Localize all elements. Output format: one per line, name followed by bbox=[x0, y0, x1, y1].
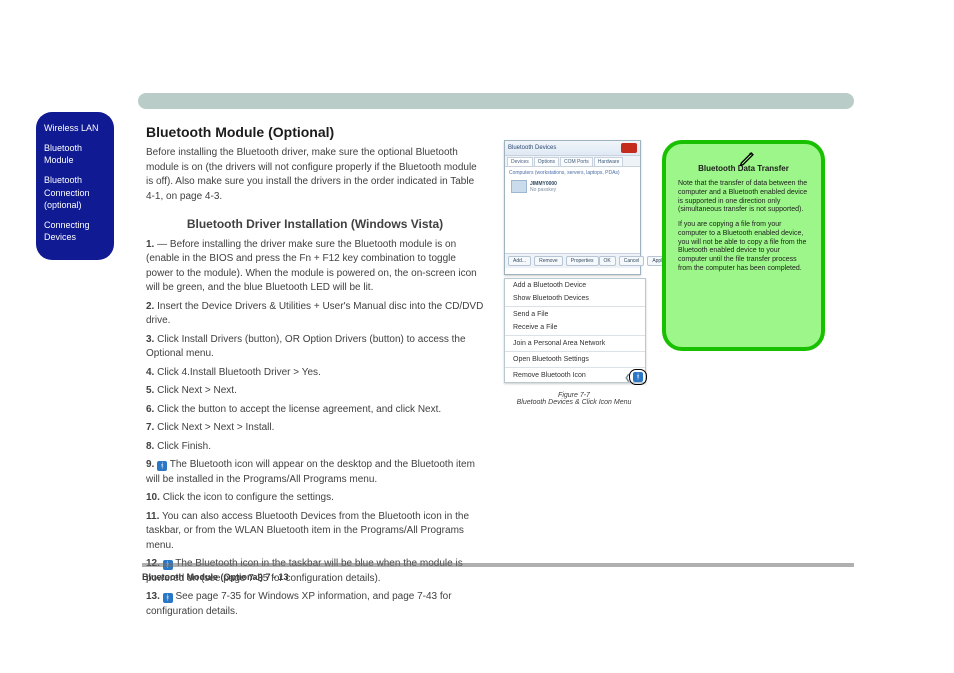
close-icon[interactable] bbox=[621, 143, 637, 153]
remove-button[interactable]: Remove bbox=[534, 256, 563, 266]
ctx-receive-file[interactable]: Receive a File bbox=[505, 321, 645, 334]
tab-devices[interactable]: Devices bbox=[507, 157, 533, 166]
step: 13. ᚼ See page 7-35 for Windows XP infor… bbox=[146, 590, 484, 619]
tab-options[interactable]: Options bbox=[534, 157, 559, 166]
step-text: Click the icon to configure the settings… bbox=[163, 492, 334, 503]
footer-left: Bluetooth Module (Optional) 7 - 13 bbox=[142, 572, 289, 582]
step-text: Insert the Device Drivers & Utilities + … bbox=[146, 301, 483, 327]
step: 2. Insert the Device Drivers & Utilities… bbox=[146, 300, 484, 329]
list-group-label: Computers (workstations, servers, laptop… bbox=[509, 170, 636, 176]
step-text: Click 4.Install Bluetooth Driver > Yes. bbox=[157, 367, 321, 378]
ctx-join-pan[interactable]: Join a Personal Area Network bbox=[505, 337, 645, 350]
bluetooth-icon: ᚼ bbox=[163, 593, 173, 603]
step: 11. You can also access Bluetooth Device… bbox=[146, 510, 484, 554]
tray-highlight-circle: ᚼ bbox=[629, 369, 647, 385]
step: 6. Click the button to accept the licens… bbox=[146, 403, 484, 418]
step-text: You can also access Bluetooth Devices fr… bbox=[146, 511, 469, 551]
step: 10. Click the icon to configure the sett… bbox=[146, 491, 484, 506]
step-text: Click the button to accept the license a… bbox=[157, 404, 441, 415]
menu-separator bbox=[505, 351, 645, 352]
step-text: See page 7-35 for Windows XP information… bbox=[146, 591, 452, 617]
step: 8. Click Finish. bbox=[146, 440, 484, 455]
sidebar-item: Bluetooth Module bbox=[44, 142, 106, 166]
step: 4. Click 4.Install Bluetooth Driver > Ye… bbox=[146, 366, 484, 381]
device-name: JIMMY0000 bbox=[530, 181, 557, 187]
step-text: Click Next > Next > Install. bbox=[157, 422, 274, 433]
pen-icon bbox=[738, 148, 758, 168]
step-text: Click Install Drivers (button), OR Optio… bbox=[146, 334, 466, 360]
note-panel: Bluetooth Data Transfer Note that the tr… bbox=[662, 140, 825, 351]
tab-hardware[interactable]: Hardware bbox=[594, 157, 624, 166]
sidebar-panel: Wireless LAN Bluetooth Module Bluetooth … bbox=[36, 112, 114, 260]
section-bar bbox=[138, 93, 854, 109]
ctx-show-devices[interactable]: Show Bluetooth Devices bbox=[505, 292, 645, 305]
sidebar-item: Bluetooth Connection (optional) bbox=[44, 174, 106, 210]
properties-button[interactable]: Properties bbox=[566, 256, 599, 266]
step-text: Click Finish. bbox=[157, 441, 211, 452]
bluetooth-devices-dialog: Bluetooth Devices Devices Options COM Po… bbox=[504, 140, 641, 275]
note-body-1: Note that the transfer of data between t… bbox=[678, 180, 809, 215]
menu-separator bbox=[505, 335, 645, 336]
footer-divider bbox=[142, 563, 854, 567]
step: 7. Click Next > Next > Install. bbox=[146, 421, 484, 436]
ctx-send-file[interactable]: Send a File bbox=[505, 308, 645, 321]
device-item[interactable]: JIMMY0000 No passkey bbox=[509, 178, 636, 195]
tab-comports[interactable]: COM Ports bbox=[560, 157, 593, 166]
ctx-add-device[interactable]: Add a Bluetooth Device bbox=[505, 279, 645, 292]
computer-icon bbox=[511, 180, 527, 193]
bluetooth-icon: ᚼ bbox=[157, 461, 167, 471]
figure-caption: Figure 7-7 Bluetooth Devices & Click Ico… bbox=[504, 392, 644, 406]
step: 5. Click Next > Next. bbox=[146, 384, 484, 399]
step-text: — Before installing the driver make sure… bbox=[146, 239, 477, 294]
menu-separator bbox=[505, 367, 645, 368]
sidebar-item: Wireless LAN bbox=[44, 122, 106, 134]
step: 9. ᚼ The Bluetooth icon will appear on t… bbox=[146, 458, 484, 487]
add-button[interactable]: Add... bbox=[508, 256, 531, 266]
step: 3. Click Install Drivers (button), OR Op… bbox=[146, 333, 484, 362]
page-heading: Bluetooth Module (Optional) bbox=[146, 122, 484, 142]
device-status: No passkey bbox=[530, 187, 557, 193]
step-text: The Bluetooth icon will appear on the de… bbox=[146, 459, 475, 485]
menu-separator bbox=[505, 306, 645, 307]
body-text: Bluetooth Module (Optional) Before insta… bbox=[146, 122, 484, 623]
ctx-open-settings[interactable]: Open Bluetooth Settings bbox=[505, 353, 645, 366]
page-footer: Bluetooth Module (Optional) 7 - 13 bbox=[142, 572, 854, 582]
note-body-2: If you are copying a file from your comp… bbox=[678, 221, 809, 274]
intro-text: Before installing the Bluetooth driver, … bbox=[146, 146, 484, 204]
ok-button[interactable]: OK bbox=[599, 256, 616, 266]
dialog-tabs: Devices Options COM Ports Hardware bbox=[505, 156, 640, 167]
section-title: Bluetooth Driver Installation (Windows V… bbox=[146, 216, 484, 233]
dialog-body: Computers (workstations, servers, laptop… bbox=[505, 167, 640, 253]
step-text: Click Next > Next. bbox=[157, 385, 237, 396]
bluetooth-context-menu: Add a Bluetooth Device Show Bluetooth De… bbox=[504, 278, 646, 383]
dialog-title-text: Bluetooth Devices bbox=[508, 145, 556, 151]
step: 1. — Before installing the driver make s… bbox=[146, 238, 484, 296]
sidebar-item: Connecting Devices bbox=[44, 219, 106, 243]
cancel-button[interactable]: Cancel bbox=[619, 256, 645, 266]
bluetooth-tray-icon[interactable]: ᚼ bbox=[633, 372, 643, 382]
